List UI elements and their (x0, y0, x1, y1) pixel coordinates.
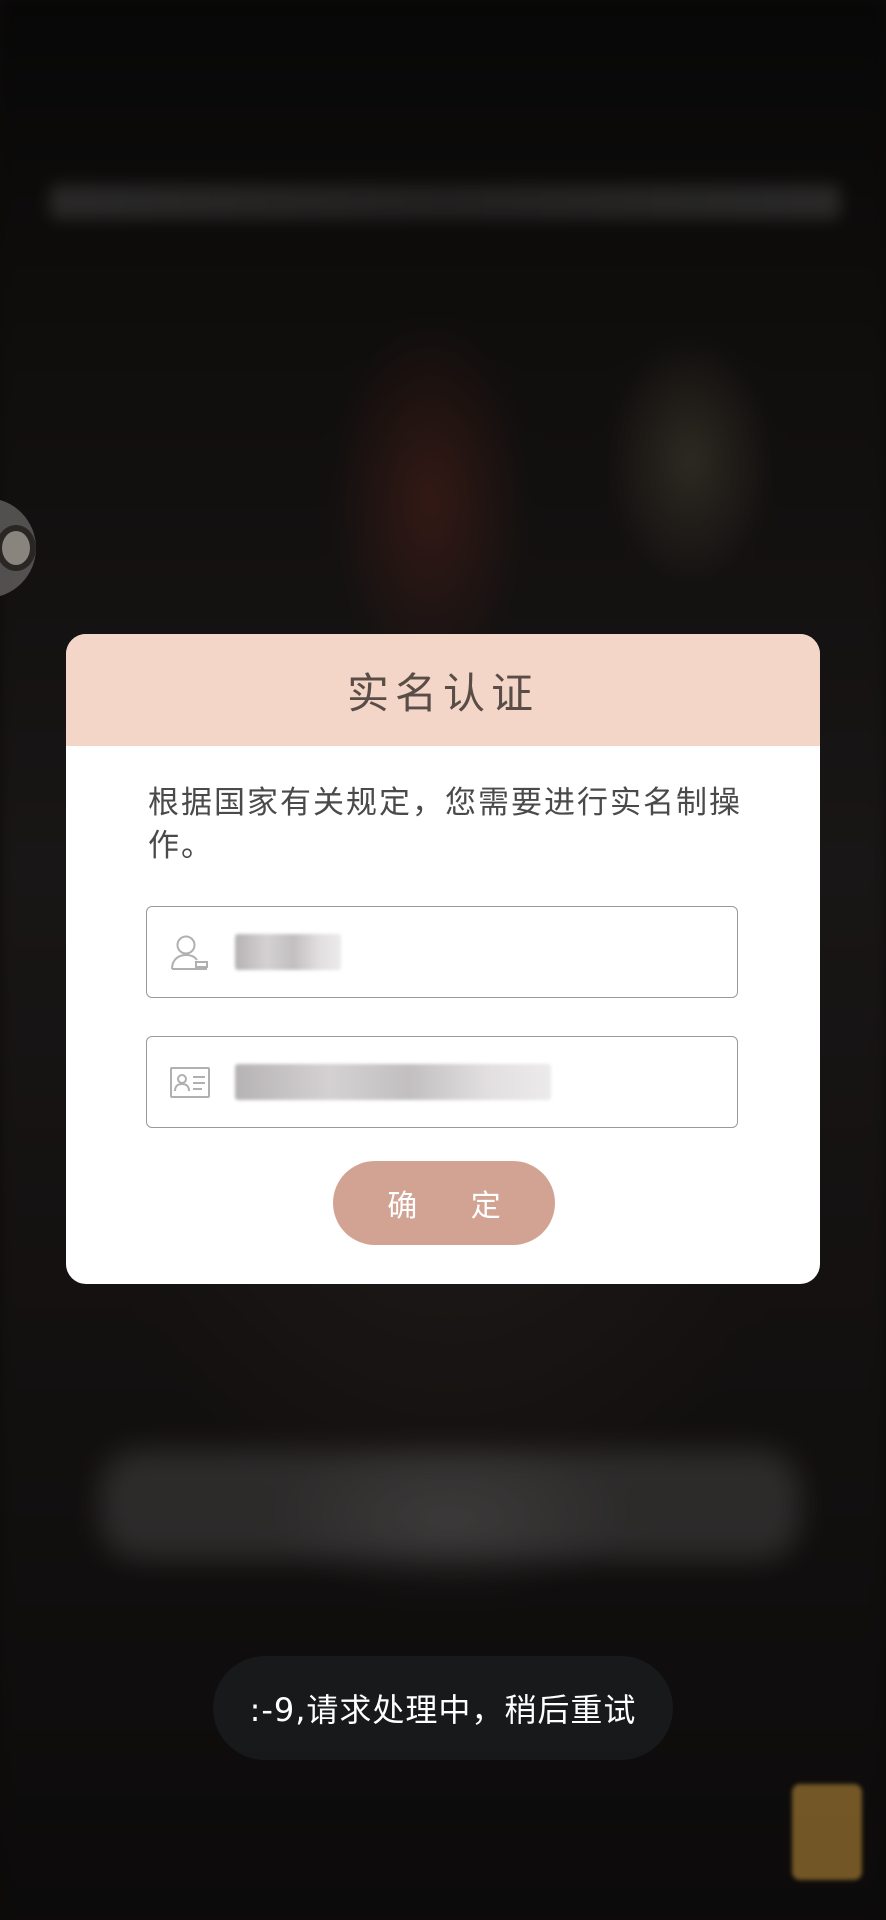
dialog-title: 实名认证 (346, 668, 539, 718)
real-name-auth-dialog: 实名认证 根据国家有关规定，您需要进行实名制操作。 确 定 (66, 634, 820, 1284)
floating-ball-icon (0, 525, 36, 571)
toast-message: :-9,请求处理中，稍后重试 (249, 1691, 637, 1729)
dialog-header: 实名认证 (66, 634, 820, 746)
corner-badge (792, 1784, 862, 1880)
name-field[interactable] (146, 906, 738, 998)
toast: :-9,请求处理中，稍后重试 (213, 1656, 673, 1760)
id-number-field[interactable] (146, 1036, 738, 1128)
confirm-button[interactable]: 确 定 (333, 1161, 555, 1245)
dialog-message: 根据国家有关规定，您需要进行实名制操作。 (148, 785, 742, 864)
